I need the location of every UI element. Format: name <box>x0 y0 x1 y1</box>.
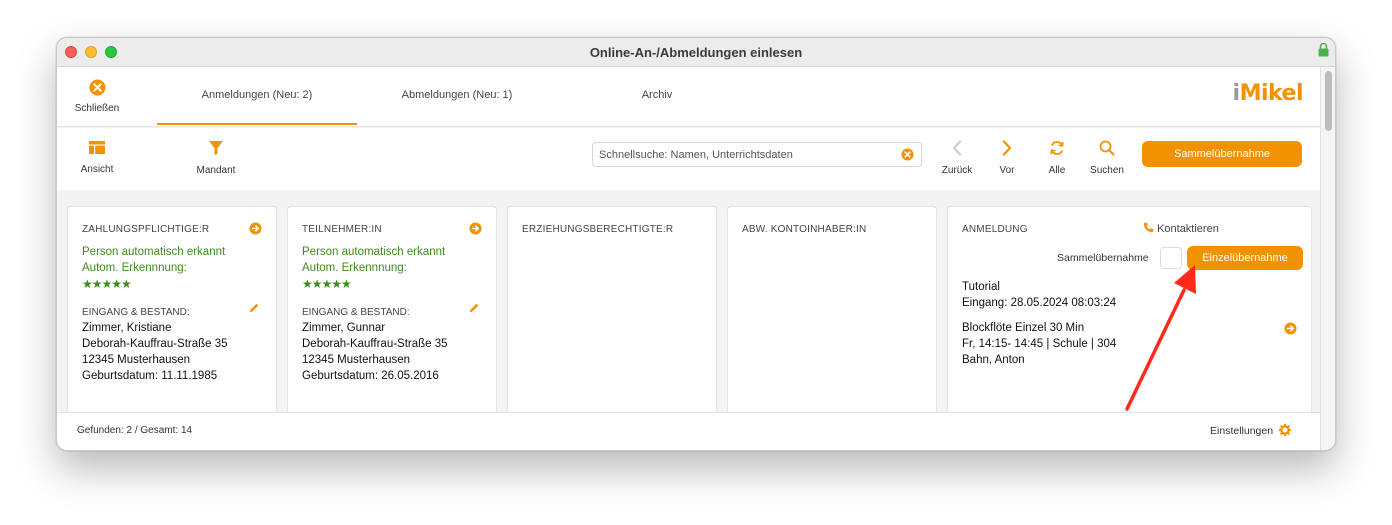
annotation-arrow <box>1125 265 1196 411</box>
